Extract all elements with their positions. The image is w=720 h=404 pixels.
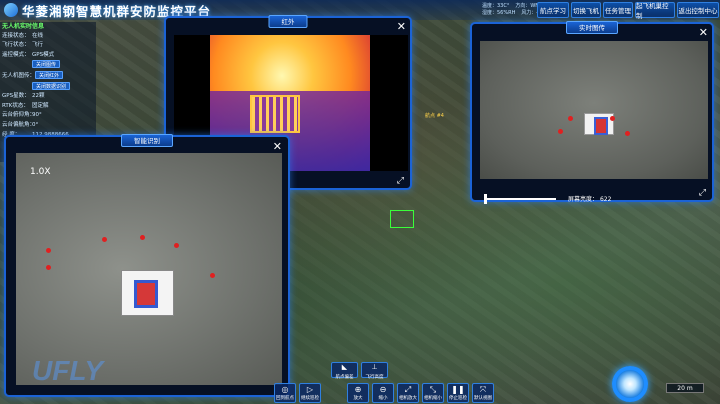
pause-icon: ❚❚ [451, 385, 465, 394]
default-view-button[interactable]: ⤧ 默认视图 [472, 383, 494, 403]
info-row-rtk: RTK状态： 固定解 [2, 102, 49, 109]
camera-zoom-in-button[interactable]: ⤢ 相机放大 [397, 383, 419, 403]
close-ir-button[interactable]: 关闭红外 [35, 70, 64, 79]
info-row-connection: 连接状态： 在线 [2, 32, 44, 39]
expand-icon: ⤢ [404, 385, 412, 394]
brightness-slider-track[interactable] [484, 198, 556, 200]
info-row-gps: GPS星数： 22颗 [2, 93, 45, 100]
smart-recognition-window[interactable]: 智能识别 ✕ 1.0X UFLY [4, 134, 290, 397]
brightness-readout: 屏幕亮度： 622 [568, 196, 612, 203]
return-waypoint-button[interactable]: ◎ 回到航点 [274, 383, 296, 403]
weather-temp: 温度：33C° [482, 3, 510, 9]
realtime-video [480, 41, 708, 179]
info-row-recognition: 关闭数据识别 [2, 81, 96, 93]
thermal-close-icon[interactable]: ✕ [397, 21, 406, 32]
thermal-fullscreen-icon[interactable]: ⤢ [397, 176, 404, 186]
smart-window-title: 智能识别 [121, 134, 173, 147]
reset-icon: ⤧ [479, 385, 487, 394]
smart-recognition-video: 1.0X [16, 153, 282, 385]
info-row-video: 关闭图传 [2, 60, 96, 71]
realtime-window-title: 实时图传 [566, 21, 618, 34]
compass-icon[interactable] [612, 366, 648, 402]
flight-altitude-button[interactable]: ⊥ 飞行高度 [361, 362, 388, 380]
info-row-rc-mode: 遥控模式： GPS模式 [2, 51, 55, 58]
nav-waypoint-learning[interactable]: 航点学习 [537, 2, 569, 18]
zoom-in-icon: ⊕ [354, 385, 362, 394]
waypoint-deviation-button[interactable]: ◣ 航点偏差 [331, 362, 358, 380]
app-logo-icon [4, 3, 18, 17]
info-row-flight-status: 飞行状态： 飞行 [2, 42, 44, 49]
continue-patrol-button[interactable]: ▷ 继续巡检 [299, 383, 321, 403]
uav-info-title: 无人机实时信息 [2, 23, 45, 30]
nav-task-management[interactable]: 任务管理 [603, 2, 633, 18]
realtime-close-icon[interactable]: ✕ [699, 27, 708, 38]
nav-control-center[interactable]: 返出控制中心 [677, 2, 719, 18]
info-row-camera: 无人机图传： 关闭红外 [2, 70, 96, 82]
realtime-fullscreen-icon[interactable]: ⤢ [699, 188, 706, 198]
info-row-gimbal-yaw: 云台偏航角：0° [2, 121, 39, 128]
waypoint-label[interactable]: 航点 #4 [425, 112, 444, 119]
brightness-slider-handle[interactable] [484, 194, 487, 204]
drone-nest-large-icon [121, 270, 174, 316]
info-row-gimbal-pitch: 云台俯仰角：90° [2, 112, 42, 119]
target-icon: ◎ [281, 385, 289, 394]
realtime-window[interactable]: 实时图传 ✕ 屏幕亮度： 622 ⤢ [470, 21, 714, 204]
zoom-out-icon: ⊖ [379, 385, 387, 394]
thermal-building [250, 95, 300, 133]
nav-nest-control[interactable]: 起飞机巢控制 [635, 2, 675, 20]
thermal-window-title: 红外 [268, 15, 308, 28]
nav-switch-aircraft[interactable]: 切换飞机 [571, 2, 601, 18]
weather-humidity: 湿度：56%RH [482, 10, 516, 16]
close-recognition-button[interactable]: 关闭数据识别 [32, 81, 71, 90]
drone-marker-icon[interactable] [390, 210, 414, 228]
camera-zoom-out-button[interactable]: ⤡ 相机缩小 [422, 383, 444, 403]
smart-close-icon[interactable]: ✕ [273, 141, 282, 152]
shrink-icon: ⤡ [429, 385, 437, 394]
play-icon: ▷ [306, 385, 314, 394]
zoom-out-button[interactable]: ⊖ 缩小 [372, 383, 394, 403]
map-scale-bar: 20 m [666, 383, 704, 393]
map-background[interactable]: 华菱湘钢智慧机群安防监控平台 温度：33C° 方向：WNW 湿度：56%RH 风力：… [0, 0, 720, 404]
close-video-button[interactable]: 关闭图传 [32, 60, 61, 69]
zoom-in-button[interactable]: ⊕ 放大 [347, 383, 369, 403]
zoom-indicator: 1.0X [30, 167, 51, 177]
stop-patrol-button[interactable]: ❚❚ 停止巡检 [447, 383, 469, 403]
ufly-watermark: UFLY [32, 355, 104, 386]
